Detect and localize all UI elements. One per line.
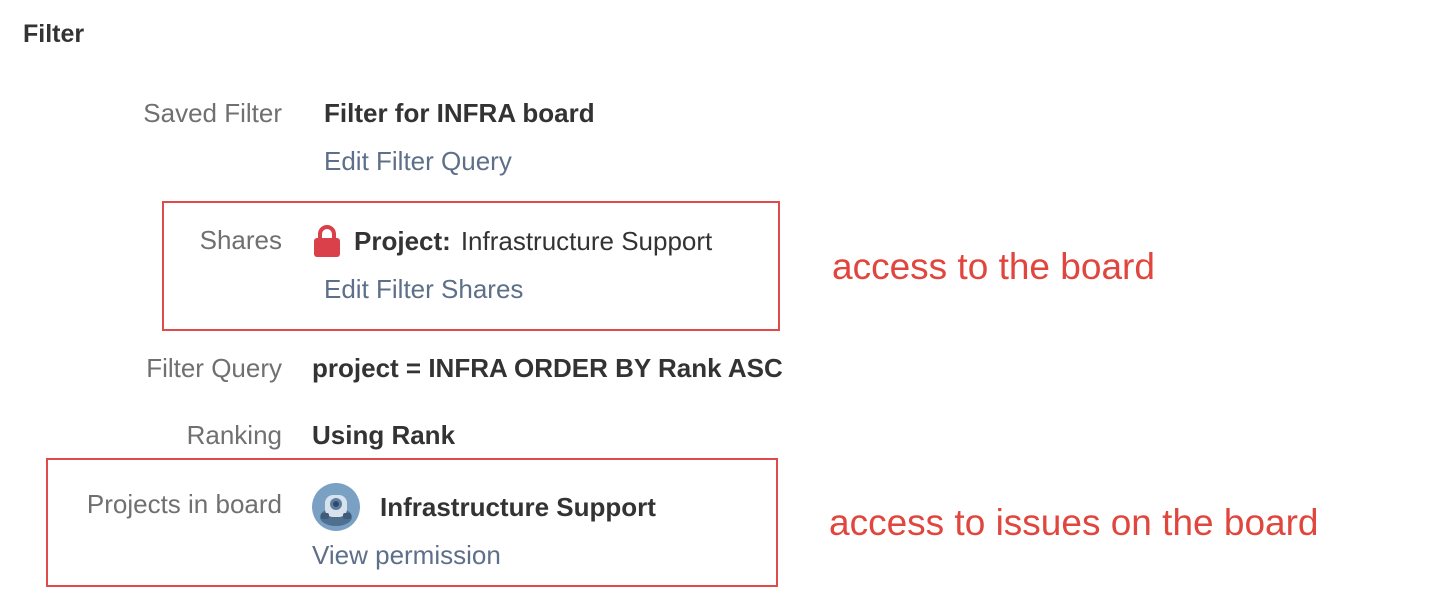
- section-title: Filter: [23, 20, 85, 48]
- ranking-label: Ranking: [186, 420, 282, 450]
- filter-query-value: project = INFRA ORDER BY Rank ASC: [312, 353, 783, 383]
- saved-filter-value: Filter for INFRA board: [324, 98, 595, 128]
- saved-filter-label: Saved Filter: [143, 98, 282, 128]
- edit-filter-query-link[interactable]: Edit Filter Query: [324, 146, 512, 177]
- ranking-value: Using Rank: [312, 420, 456, 450]
- projects-annotation-text: access to issues on the board: [829, 502, 1319, 543]
- projects-annotation-box: [46, 458, 778, 587]
- shares-annotation-text: access to the board: [832, 246, 1155, 287]
- filter-query-label: Filter Query: [146, 353, 282, 383]
- shares-annotation-box: [162, 201, 780, 331]
